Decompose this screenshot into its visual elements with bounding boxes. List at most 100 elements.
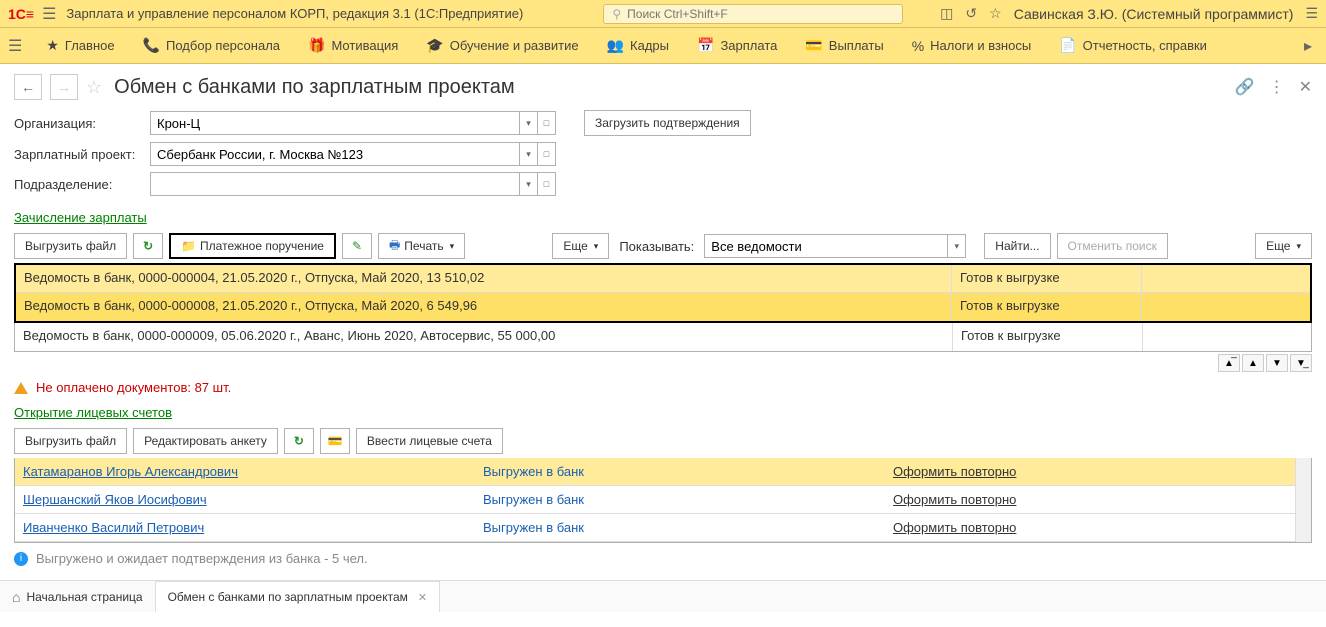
settings-icon[interactable]: ☰ (1305, 5, 1318, 22)
star-icon[interactable]: ☆ (989, 5, 1002, 22)
star-filled-icon: ★ (46, 37, 59, 54)
refresh-button-2[interactable]: ↻ (284, 428, 314, 454)
pager: ▲̅ ▲ ▼ ▼̲ (0, 352, 1326, 374)
percent-icon: % (912, 38, 924, 54)
edit-questionnaire-button[interactable]: Редактировать анкету (133, 428, 278, 454)
person-link[interactable]: Катамаранов Игорь Александрович (23, 464, 238, 479)
dropdown-icon[interactable]: ▾ (520, 142, 538, 166)
bottom-tabs: ⌂ Начальная страница Обмен с банками по … (0, 580, 1326, 612)
table-row[interactable]: Ведомость в банк, 0000-000004, 21.05.202… (16, 265, 1310, 293)
show-input[interactable] (704, 234, 948, 258)
org-input[interactable] (150, 111, 520, 135)
back-button[interactable]: ← (14, 74, 42, 100)
link-icon[interactable]: 🔗 (1235, 77, 1255, 97)
dept-combo[interactable]: ▾ □ (150, 172, 556, 196)
info-row: i Выгружено и ожидает подтверждения из б… (0, 543, 1326, 574)
kebab-icon[interactable]: ⋮ (1269, 77, 1285, 97)
reissue-link[interactable]: Оформить повторно (893, 464, 1016, 479)
nav-overflow-icon[interactable]: ▸ (1298, 36, 1318, 56)
info-icon: i (14, 552, 28, 566)
open-accounts-link[interactable]: Открытие лицевых счетов (14, 405, 172, 420)
page-down-button[interactable]: ▼ (1266, 354, 1288, 372)
table-row[interactable]: Ведомость в банк, 0000-000009, 05.06.202… (15, 323, 1311, 351)
dropdown-icon[interactable]: ▾ (520, 172, 538, 196)
dept-input[interactable] (150, 172, 520, 196)
nav-training[interactable]: 🎓Обучение и развитие (412, 28, 592, 63)
page-title: Обмен с банками по зарплатным проектам (114, 76, 515, 99)
more-button-1[interactable]: Еще ▾ (552, 233, 609, 259)
history-icon[interactable]: ↺ (965, 5, 977, 22)
statements-table-rest: Ведомость в банк, 0000-000009, 05.06.202… (14, 323, 1312, 352)
folder-icon: 📁 (181, 239, 196, 253)
btn-label: Платежное поручение (200, 239, 324, 253)
person-link[interactable]: Иванченко Василий Петрович (23, 520, 204, 535)
page-last-button[interactable]: ▼̲ (1290, 354, 1312, 372)
global-search[interactable]: ⚲ (603, 4, 903, 24)
export-file-button[interactable]: Выгрузить файл (14, 233, 127, 259)
open-icon[interactable]: □ (538, 172, 556, 196)
scrollbar[interactable] (1295, 458, 1311, 542)
nav-motivation[interactable]: 🎁Мотивация (294, 28, 412, 63)
user-name[interactable]: Савинская З.Ю. (Системный программист) (1014, 6, 1294, 22)
nav-label: Налоги и взносы (930, 38, 1031, 53)
org-label: Организация: (14, 116, 142, 131)
org-combo[interactable]: ▾ □ (150, 111, 556, 135)
page-first-button[interactable]: ▲̅ (1218, 354, 1240, 372)
open-icon[interactable]: □ (538, 111, 556, 135)
open-icon[interactable]: □ (538, 142, 556, 166)
table-row[interactable]: Ведомость в банк, 0000-000008, 21.05.202… (16, 293, 1310, 321)
project-input[interactable] (150, 142, 520, 166)
dropdown-icon[interactable]: ▾ (948, 234, 966, 258)
project-combo[interactable]: ▾ □ (150, 142, 556, 166)
statement-desc: Ведомость в банк, 0000-000009, 05.06.202… (15, 323, 953, 351)
table-row[interactable]: Иванченко Василий Петрович Выгружен в ба… (15, 514, 1311, 542)
reissue-link[interactable]: Оформить повторно (893, 520, 1016, 535)
search-input[interactable] (625, 6, 894, 22)
reissue-link[interactable]: Оформить повторно (893, 492, 1016, 507)
page-up-button[interactable]: ▲ (1242, 354, 1264, 372)
nav-payments[interactable]: 💳Выплаты (791, 28, 897, 63)
payment-order-button[interactable]: 📁 Платежное поручение (169, 233, 336, 259)
bell-icon[interactable]: ◫ (940, 5, 953, 22)
forward-button[interactable]: → (50, 74, 78, 100)
find-button[interactable]: Найти... (984, 233, 1050, 259)
edit-button[interactable]: ✎ (342, 233, 372, 259)
more-button-2[interactable]: Еще▾ (1255, 233, 1312, 259)
print-button[interactable]: 🖶Печать▾ (378, 233, 465, 259)
tab-label: Начальная страница (26, 590, 142, 604)
tab-home[interactable]: ⌂ Начальная страница (0, 581, 156, 612)
btn-label: Печать (404, 239, 443, 253)
person-status: Выгружен в банк (483, 492, 584, 507)
nav-recruit[interactable]: 📞Подбор персонала (129, 28, 294, 63)
load-confirmations-button[interactable]: Загрузить подтверждения (584, 110, 751, 136)
doc-icon: 📄 (1059, 37, 1076, 54)
grad-cap-icon: 🎓 (426, 37, 443, 54)
favorite-toggle-icon[interactable]: ☆ (86, 77, 102, 98)
close-icon[interactable]: ✕ (1299, 77, 1312, 97)
dropdown-icon[interactable]: ▾ (520, 111, 538, 135)
enter-accounts-button[interactable]: Ввести лицевые счета (356, 428, 503, 454)
gift-icon: 🎁 (308, 37, 325, 54)
tab-current[interactable]: Обмен с банками по зарплатным проектам ✕ (156, 581, 441, 612)
refresh-button[interactable]: ↻ (133, 233, 163, 259)
salary-transfer-link[interactable]: Зачисление зарплаты (14, 210, 147, 225)
sections-icon[interactable]: ☰ (8, 36, 22, 56)
nav-taxes[interactable]: % Налоги и взносы (898, 28, 1046, 63)
statement-extra (1142, 293, 1310, 321)
statements-table-selected: Ведомость в банк, 0000-000004, 21.05.202… (14, 263, 1312, 323)
nav-reports[interactable]: 📄Отчетность, справки (1045, 28, 1221, 63)
nav-main[interactable]: ★Главное (32, 28, 128, 63)
show-combo[interactable]: ▾ (704, 234, 966, 258)
table-row[interactable]: Катамаранов Игорь Александрович Выгружен… (15, 458, 1311, 486)
person-link[interactable]: Шершанский Яков Иосифович (23, 492, 207, 507)
nav-staff[interactable]: 👥Кадры (593, 28, 683, 63)
chevron-down-icon: ▾ (594, 241, 599, 252)
tab-close-icon[interactable]: ✕ (418, 591, 427, 604)
export-file-button-2[interactable]: Выгрузить файл (14, 428, 127, 454)
btn-label: Еще (563, 239, 587, 253)
table-row[interactable]: Шершанский Яков Иосифович Выгружен в бан… (15, 486, 1311, 514)
card-button[interactable]: 💳 (320, 428, 350, 454)
menu-icon[interactable]: ☰ (42, 4, 56, 24)
chevron-down-icon: ▾ (1296, 241, 1301, 252)
nav-salary[interactable]: 📅Зарплата (683, 28, 791, 63)
